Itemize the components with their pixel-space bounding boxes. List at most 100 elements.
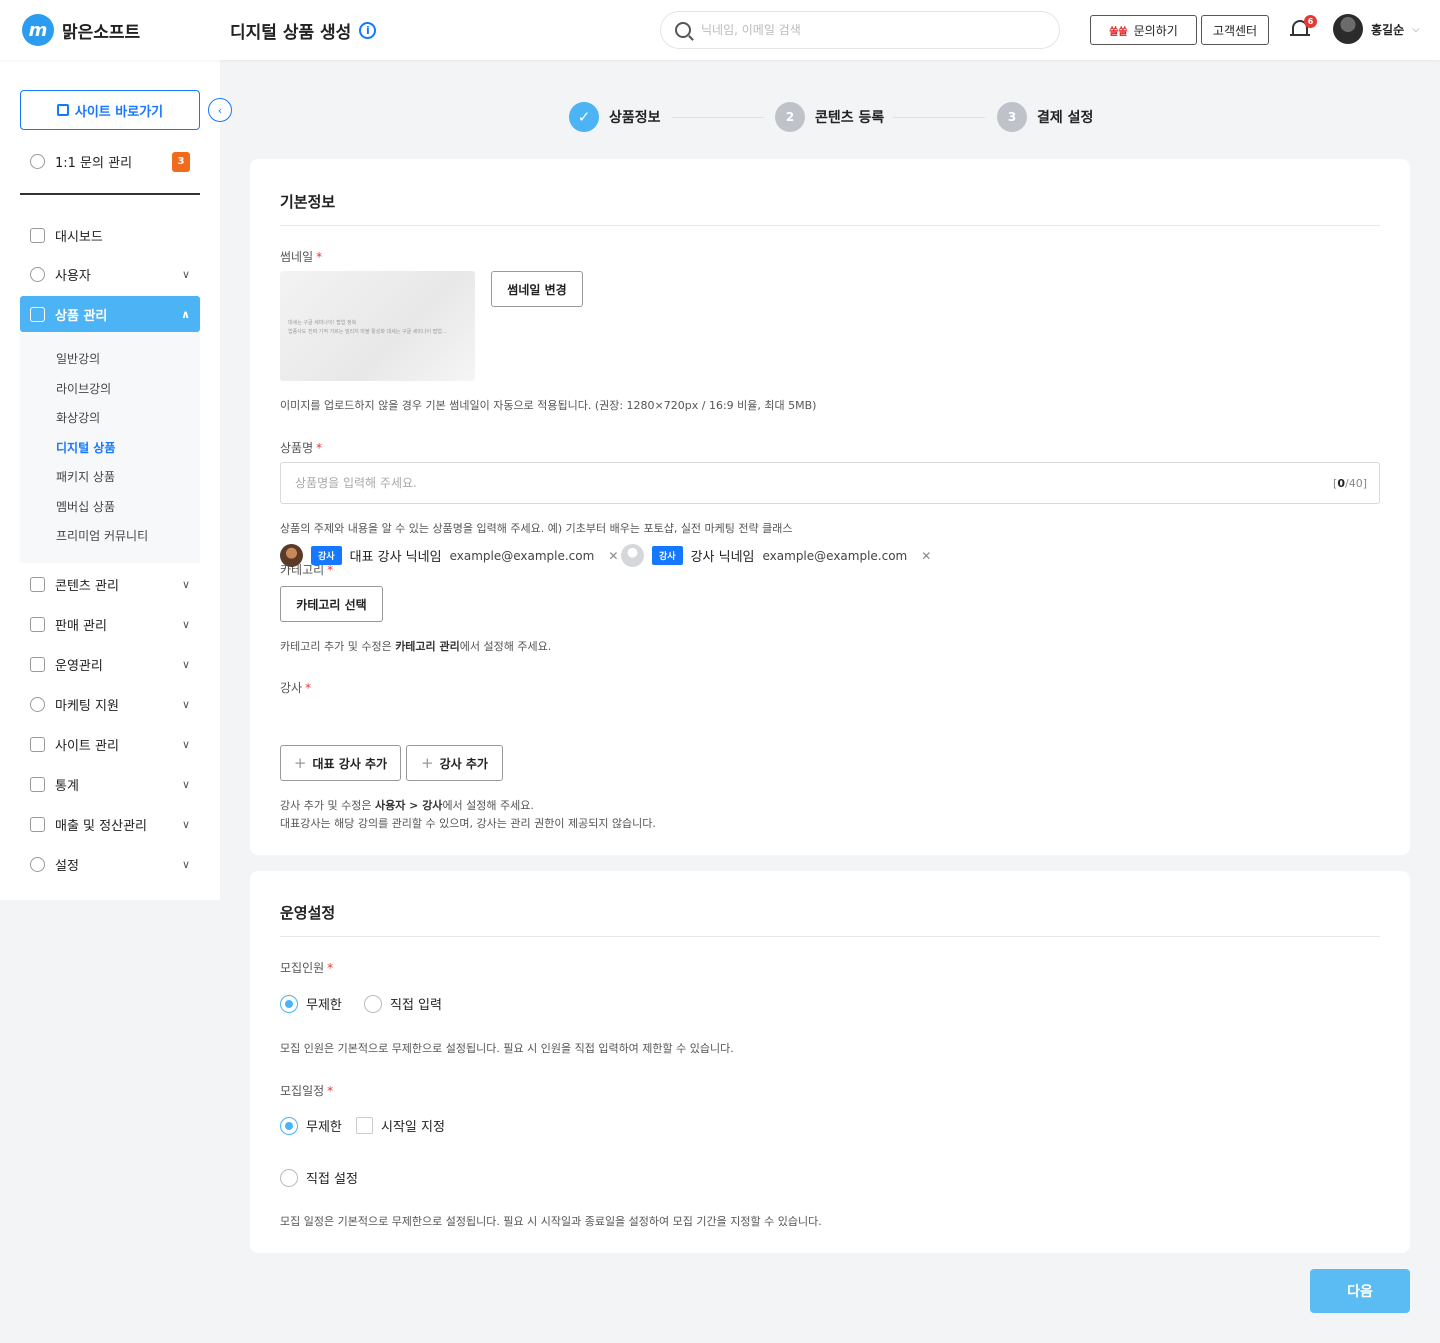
- divider: [280, 225, 1380, 226]
- add-instructor-button[interactable]: + 강사 추가: [406, 745, 503, 781]
- submenu-item-live-course[interactable]: 라이브강의: [56, 380, 111, 397]
- info-icon[interactable]: i: [359, 22, 377, 39]
- radio-selected[interactable]: [280, 994, 298, 1013]
- sidebar-item-inquiry[interactable]: 1:1 문의 관리 3: [30, 151, 190, 172]
- chevron-down-icon: ∨: [181, 617, 190, 631]
- instructor-help-text: 강사 추가 및 수정은 사용자 > 강사에서 설정해 주세요.: [280, 797, 534, 813]
- sidebar: 사이트 바로가기 1:1 문의 관리 3 대시보드 사용자 ∨ 상품 관리 ∧ …: [0, 60, 220, 900]
- user-menu[interactable]: 홍길순 ⌵: [1333, 14, 1420, 44]
- radio-unselected[interactable]: [364, 994, 382, 1013]
- radio-label: 무제한: [306, 998, 342, 1013]
- site-icon: [30, 736, 45, 752]
- step-content-registration: 2 콘텐츠 등록: [775, 102, 884, 132]
- help-text: 에서 설정해 주세요.: [459, 640, 552, 653]
- remove-icon[interactable]: ✕: [608, 549, 618, 563]
- required-mark: *: [305, 681, 312, 695]
- submenu-item-premium-community[interactable]: 프리미엄 커뮤니티: [56, 527, 148, 544]
- sidebar-item-settings[interactable]: 설정 ∨: [20, 846, 200, 882]
- required-mark: *: [316, 441, 323, 455]
- site-shortcut-button[interactable]: 사이트 바로가기: [20, 90, 200, 130]
- sidebar-item-label: 통계: [55, 778, 79, 794]
- sidebar-item-users[interactable]: 사용자 ∨: [20, 256, 200, 292]
- search-input[interactable]: [701, 23, 1021, 37]
- select-category-button[interactable]: 카테고리 선택: [280, 586, 383, 622]
- top-header: m 맑은소프트 디지털 상품 생성 i 쏠쏠 문의하기 고객센터 6 홍길순 ⌵: [0, 0, 1440, 60]
- stats-icon: [30, 776, 45, 792]
- logo-icon: m: [22, 14, 54, 46]
- submenu-item-general-course[interactable]: 일반강의: [56, 350, 100, 367]
- marketing-icon: [30, 696, 45, 712]
- sidebar-item-label: 설정: [55, 858, 79, 874]
- label-text: 썸네일: [280, 250, 314, 264]
- chevron-down-icon: ∨: [181, 657, 190, 671]
- sidebar-item-label: 마케팅 지원: [55, 698, 119, 714]
- inquiry-count-badge: 3: [172, 151, 190, 172]
- chevron-down-icon: ∨: [181, 267, 190, 281]
- button-label: 다음: [1347, 1284, 1373, 1300]
- avatar: [621, 544, 644, 567]
- plus-icon: +: [421, 754, 434, 772]
- sales-icon: [30, 616, 45, 632]
- inquiry-button-label: 문의하기: [1133, 23, 1178, 38]
- support-center-button[interactable]: 고객센터: [1201, 15, 1269, 45]
- external-link-icon: [56, 104, 69, 116]
- checkbox[interactable]: [356, 1117, 373, 1134]
- change-thumbnail-button[interactable]: 썸네일 변경: [491, 271, 583, 307]
- sidebar-item-products[interactable]: 상품 관리 ∧: [20, 296, 200, 332]
- category-help-text: 카테고리 추가 및 수정은 카테고리 관리에서 설정해 주세요.: [280, 638, 551, 654]
- sidebar-item-label: 사이트 관리: [55, 738, 119, 754]
- thumbnail-image: 대세는 구글 세미나이! 팝업 정복 업종사도 진짜 기적 가르는 빌리지 마블…: [280, 271, 475, 381]
- schedule-custom-radio[interactable]: 직접 설정: [280, 1168, 358, 1187]
- chevron-down-icon: ∨: [181, 697, 190, 711]
- remove-icon[interactable]: ✕: [921, 549, 931, 563]
- button-label: 썸네일 변경: [507, 282, 567, 297]
- submenu-item-membership-product[interactable]: 멤버십 상품: [56, 498, 115, 515]
- instructor-management-link[interactable]: 사용자 > 강사: [375, 799, 442, 812]
- brand-logo[interactable]: m 맑은소프트: [22, 14, 140, 46]
- ssam-logo: 쏠쏠: [1109, 26, 1128, 38]
- section-title: 운영설정: [280, 904, 336, 922]
- radio-selected[interactable]: [280, 1116, 298, 1135]
- sidebar-item-dashboard[interactable]: 대시보드: [20, 217, 200, 253]
- schedule-unlimited-radio[interactable]: 무제한: [280, 1116, 342, 1135]
- submenu-item-digital-product[interactable]: 디지털 상품: [56, 439, 115, 456]
- help-text: 에서 설정해 주세요.: [442, 799, 534, 812]
- category-management-link[interactable]: 카테고리 관리: [395, 640, 460, 653]
- schedule-help-text: 모집 일정은 기본적으로 무제한으로 설정됩니다. 필요 시 시작일과 종료일을…: [280, 1215, 822, 1228]
- avatar: [1333, 14, 1363, 44]
- plus-icon: +: [293, 754, 307, 772]
- recruit-unlimited-radio[interactable]: 무제한: [280, 994, 342, 1013]
- inquiry-button[interactable]: 쏠쏠 문의하기: [1090, 15, 1197, 45]
- check-icon: ✓: [569, 102, 599, 132]
- sidebar-item-revenue[interactable]: 매출 및 정산관리 ∨: [20, 806, 200, 842]
- sidebar-item-label: 운영관리: [55, 658, 103, 674]
- sidebar-item-operation[interactable]: 운영관리 ∨: [20, 646, 200, 682]
- next-button[interactable]: 다음: [1310, 1269, 1410, 1313]
- chevron-down-icon: ∨: [181, 857, 190, 871]
- chevron-up-icon: ∧: [181, 307, 190, 321]
- product-name-field: [0/40]: [280, 462, 1380, 504]
- sidebar-item-sales[interactable]: 판매 관리 ∨: [20, 606, 200, 642]
- sidebar-item-marketing[interactable]: 마케팅 지원 ∨: [20, 686, 200, 722]
- sidebar-collapse-button[interactable]: ‹: [208, 98, 232, 122]
- notification-bell-icon[interactable]: 6: [1290, 15, 1317, 40]
- add-lead-instructor-button[interactable]: + 대표 강사 추가: [280, 745, 401, 781]
- operation-settings-card: 운영설정 모집인원 * 무제한 직접 입력 모집 인원은 기본적으로 무제한으로 …: [250, 871, 1410, 1253]
- dashboard-icon: [30, 227, 45, 243]
- schedule-start-date-checkbox[interactable]: 시작일 지정: [356, 1116, 445, 1135]
- sidebar-item-content[interactable]: 콘텐츠 관리 ∨: [20, 566, 200, 602]
- submenu-item-video-course[interactable]: 화상강의: [56, 409, 100, 426]
- thumbnail-caption-line: 업종사도 진짜 기적 가르는 빌리지 마블 활성화 대세는 구글 세미나이 팝업…: [288, 329, 447, 335]
- thumbnail-caption-line: 대세는 구글 세미나이! 팝업 정복: [288, 320, 357, 326]
- search-icon[interactable]: [675, 22, 691, 38]
- instructor-help-text-2: 대표강사는 해당 강의를 관리할 수 있으며, 강사는 관리 권한이 제공되지 …: [280, 817, 656, 830]
- sidebar-item-stats[interactable]: 통계 ∨: [20, 766, 200, 802]
- recruit-direct-input-radio[interactable]: 직접 입력: [364, 994, 442, 1013]
- product-name-input[interactable]: [295, 476, 1334, 490]
- sidebar-item-site[interactable]: 사이트 관리 ∨: [20, 726, 200, 762]
- submenu-item-package-product[interactable]: 패키지 상품: [56, 468, 115, 485]
- products-submenu: 일반강의 라이브강의 화상강의 디지털 상품 패키지 상품 멤버십 상품 프리미…: [20, 332, 200, 563]
- sidebar-item-label: 1:1 문의 관리: [55, 156, 133, 171]
- radio-unselected[interactable]: [280, 1168, 298, 1187]
- sidebar-item-label: 대시보드: [55, 229, 103, 245]
